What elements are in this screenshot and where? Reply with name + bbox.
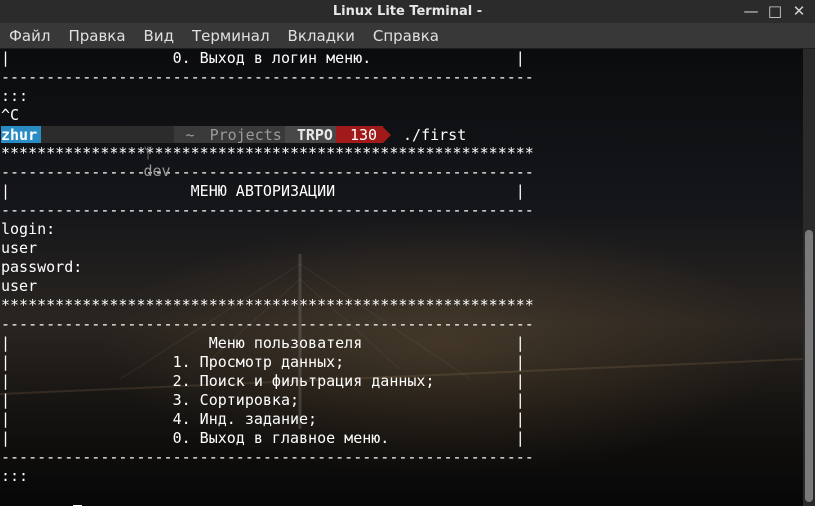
terminal-line: ----------------------------------------…	[1, 448, 534, 466]
terminal-line: | 0. Выход в главное меню. |	[1, 429, 525, 447]
close-icon: ✕	[792, 2, 806, 20]
vertical-scrollbar[interactable]	[803, 49, 815, 506]
terminal-line: | 4. Инд. задание; |	[1, 410, 525, 428]
terminal-line: ----------------------------------------…	[1, 201, 534, 219]
window-title: Linux Lite Terminal -	[332, 4, 483, 19]
menu-terminal[interactable]: Терминал	[183, 27, 279, 45]
title-bar[interactable]: Linux Lite Terminal - — □ ✕	[0, 0, 815, 23]
minimize-button[interactable]: —	[741, 1, 761, 21]
terminal-window: Linux Lite Terminal - — □ ✕ Файл Правка …	[0, 0, 815, 506]
terminal-line: | 1. Просмотр данных; |	[1, 353, 525, 371]
terminal-line: ----------------------------------------…	[1, 315, 534, 333]
shell-prompt: zhur ᛘ dev ~ Projects TRPO 130 ./first	[1, 125, 534, 180]
prompt-git-branch: ᛘ dev	[41, 126, 174, 180]
prompt-dir-home: ~	[173, 126, 198, 144]
menu-edit[interactable]: Правка	[59, 27, 134, 45]
terminal-line: ^C	[1, 106, 20, 124]
window-controls: — □ ✕	[741, 1, 809, 21]
menu-file[interactable]: Файл	[0, 27, 59, 45]
close-button[interactable]: ✕	[789, 1, 809, 21]
prompt-dir-projects: Projects	[197, 126, 285, 144]
terminal-line: | 3. Сортировка; |	[1, 391, 525, 409]
terminal-line: :::	[1, 87, 29, 105]
terminal-line: login:	[1, 220, 56, 238]
prompt-dir-current: TRPO	[284, 126, 336, 144]
minimize-icon: —	[743, 2, 759, 20]
maximize-button[interactable]: □	[765, 1, 785, 21]
terminal-line: user	[1, 239, 38, 257]
menu-help[interactable]: Справка	[364, 27, 448, 45]
terminal-line: | 2. Поиск и фильтрация данных; |	[1, 372, 525, 390]
prompt-end-arrow-icon	[383, 126, 392, 143]
maximize-icon: □	[767, 2, 783, 20]
prompt-exit-code: 130	[335, 126, 384, 144]
terminal-output[interactable]: | 0. Выход в логин меню. | -------------…	[0, 49, 803, 506]
terminal-line: | Меню пользователя |	[1, 334, 525, 352]
terminal-lines: | 0. Выход в логин меню. | -------------…	[1, 49, 534, 506]
menu-bar: Файл Правка Вид Терминал Вкладки Справка	[0, 23, 815, 49]
git-branch-icon: ᛘ	[143, 144, 153, 162]
scrollbar-thumb[interactable]	[805, 230, 813, 502]
terminal-line: password:	[1, 258, 83, 276]
prompt-user: zhur	[1, 126, 42, 144]
prompt-command: ./first	[403, 125, 467, 144]
terminal-line: ----------------------------------------…	[1, 68, 534, 86]
menu-tabs[interactable]: Вкладки	[279, 27, 364, 45]
terminal-input-line[interactable]	[1, 486, 534, 506]
menu-view[interactable]: Вид	[135, 27, 183, 45]
terminal-line: user	[1, 277, 38, 295]
terminal-line: :::	[1, 467, 29, 485]
terminal-line: | 0. Выход в логин меню. |	[1, 49, 525, 67]
terminal-line: ****************************************…	[1, 296, 534, 314]
